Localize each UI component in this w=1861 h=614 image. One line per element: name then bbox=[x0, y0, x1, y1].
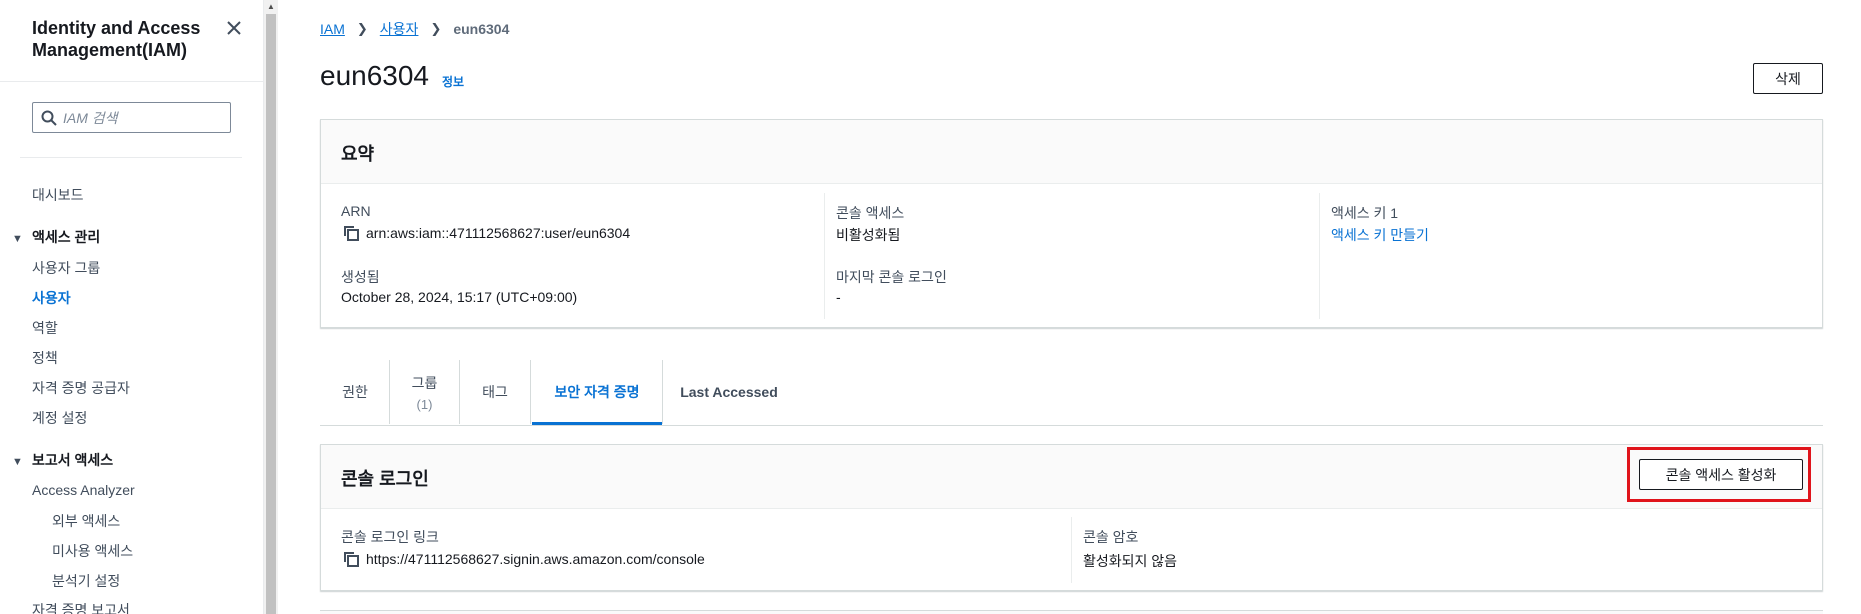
last-login-value: - bbox=[836, 289, 841, 305]
tab-security-credentials[interactable]: 보안 자격 증명 bbox=[532, 360, 662, 424]
close-icon[interactable] bbox=[222, 16, 246, 40]
sidebar-item-identity-providers[interactable]: 자격 증명 공급자 bbox=[32, 378, 130, 398]
created-label: 생성됨 bbox=[341, 269, 380, 285]
signin-link-label: 콘솔 로그인 링크 bbox=[341, 529, 439, 545]
summary-panel: 요약 ARN arn:aws:iam::471112568627:user/eu… bbox=[320, 119, 1823, 328]
breadcrumb: IAM ❯ 사용자 ❯ eun6304 bbox=[320, 19, 509, 39]
access-key-label: 액세스 키 1 bbox=[1331, 205, 1399, 221]
column-divider bbox=[824, 193, 825, 319]
sidebar-item-unused-access[interactable]: 미사용 액세스 bbox=[52, 541, 133, 561]
breadcrumb-iam[interactable]: IAM bbox=[320, 21, 345, 37]
sidebar-section-access-management[interactable]: ▼ 액세스 관리 bbox=[12, 227, 100, 247]
sidebar-section-access-reports[interactable]: ▼ 보고서 액세스 bbox=[12, 450, 113, 470]
tab-label: 그룹 bbox=[411, 374, 438, 391]
arn-value: arn:aws:iam::471112568627:user/eun6304 bbox=[366, 225, 631, 241]
caret-down-icon: ▼ bbox=[12, 456, 23, 468]
page-title: eun6304 bbox=[320, 60, 430, 91]
scroll-up-icon[interactable]: ▲ bbox=[267, 2, 275, 11]
chevron-right-icon: ❯ bbox=[356, 21, 368, 36]
create-access-key-link[interactable]: 액세스 키 만들기 bbox=[1331, 225, 1429, 245]
caret-down-icon: ▼ bbox=[12, 233, 23, 245]
sidebar-divider bbox=[20, 157, 242, 158]
tab-label: 태그 bbox=[482, 384, 508, 400]
tab-divider bbox=[530, 360, 531, 424]
tab-last-accessed[interactable]: Last Accessed bbox=[663, 360, 795, 424]
sidebar-item-account-settings[interactable]: 계정 설정 bbox=[32, 408, 87, 428]
tab-label: Last Accessed bbox=[680, 384, 778, 400]
info-link[interactable]: 정보 bbox=[442, 73, 464, 90]
column-divider bbox=[1071, 517, 1072, 583]
console-signin-header: 콘솔 로그인 bbox=[321, 445, 1822, 509]
sidebar-item-dashboard[interactable]: 대시보드 bbox=[32, 185, 84, 205]
sidebar-item-roles[interactable]: 역할 bbox=[32, 318, 58, 338]
breadcrumb-current: eun6304 bbox=[453, 21, 510, 37]
console-signin-panel: 콘솔 로그인 콘솔 로그인 링크 https://471112568627.si… bbox=[320, 444, 1823, 591]
next-panel-edge bbox=[320, 610, 1823, 614]
column-divider bbox=[1319, 193, 1320, 319]
console-access-value: 비활성화됨 bbox=[836, 227, 901, 243]
search-icon bbox=[41, 110, 57, 126]
delete-button[interactable]: 삭제 bbox=[1753, 63, 1823, 94]
sidebar-item-external-access[interactable]: 외부 액세스 bbox=[52, 511, 120, 531]
sidebar-search[interactable] bbox=[32, 102, 231, 133]
enable-console-access-button[interactable]: 콘솔 액세스 활성화 bbox=[1639, 459, 1803, 490]
arn-label: ARN bbox=[341, 203, 371, 219]
signin-link-value: https://471112568627.signin.aws.amazon.c… bbox=[366, 551, 705, 567]
tabs-underline bbox=[320, 425, 1823, 426]
chevron-right-icon: ❯ bbox=[430, 21, 442, 36]
summary-title: 요약 bbox=[341, 144, 375, 164]
copy-icon[interactable] bbox=[343, 551, 359, 567]
sidebar-item-users[interactable]: 사용자 bbox=[32, 288, 71, 308]
console-password-value: 활성화되지 않음 bbox=[1083, 553, 1178, 569]
sidebar-section-label: 보고서 액세스 bbox=[32, 452, 114, 468]
summary-header: 요약 bbox=[321, 120, 1822, 184]
tab-active-indicator bbox=[532, 422, 662, 425]
sidebar-scrollbar[interactable]: ▲ bbox=[264, 0, 278, 614]
sidebar-section-label: 액세스 관리 bbox=[32, 229, 101, 245]
tab-permissions[interactable]: 권한 bbox=[320, 360, 390, 424]
scrollbar-thumb[interactable] bbox=[266, 14, 276, 614]
tab-tags[interactable]: 태그 bbox=[460, 360, 530, 424]
tab-count: (1) bbox=[416, 396, 433, 412]
sidebar-item-analyzer-settings[interactable]: 분석기 설정 bbox=[52, 571, 120, 591]
copy-icon[interactable] bbox=[343, 225, 359, 241]
breadcrumb-users[interactable]: 사용자 bbox=[380, 19, 419, 39]
sidebar: Identity and Access Management(IAM) 대시보드… bbox=[0, 0, 264, 614]
last-login-label: 마지막 콘솔 로그인 bbox=[836, 269, 947, 285]
tab-label: 보안 자격 증명 bbox=[554, 384, 640, 400]
sidebar-divider bbox=[0, 81, 264, 82]
sidebar-item-policies[interactable]: 정책 bbox=[32, 348, 58, 368]
console-access-label: 콘솔 액세스 bbox=[836, 205, 905, 221]
sidebar-title: Identity and Access Management(IAM) bbox=[32, 18, 201, 60]
search-input[interactable] bbox=[63, 107, 223, 129]
tab-label: 권한 bbox=[342, 384, 368, 400]
sidebar-item-user-groups[interactable]: 사용자 그룹 bbox=[32, 258, 100, 278]
tab-groups[interactable]: 그룹 (1) bbox=[390, 360, 459, 424]
console-signin-title: 콘솔 로그인 bbox=[341, 469, 429, 489]
sidebar-item-credential-report[interactable]: 자격 증명 보고서 bbox=[32, 600, 130, 614]
console-password-label: 콘솔 암호 bbox=[1083, 529, 1139, 545]
sidebar-item-access-analyzer[interactable]: Access Analyzer bbox=[32, 482, 135, 498]
created-value: October 28, 2024, 15:17 (UTC+09:00) bbox=[341, 289, 578, 305]
